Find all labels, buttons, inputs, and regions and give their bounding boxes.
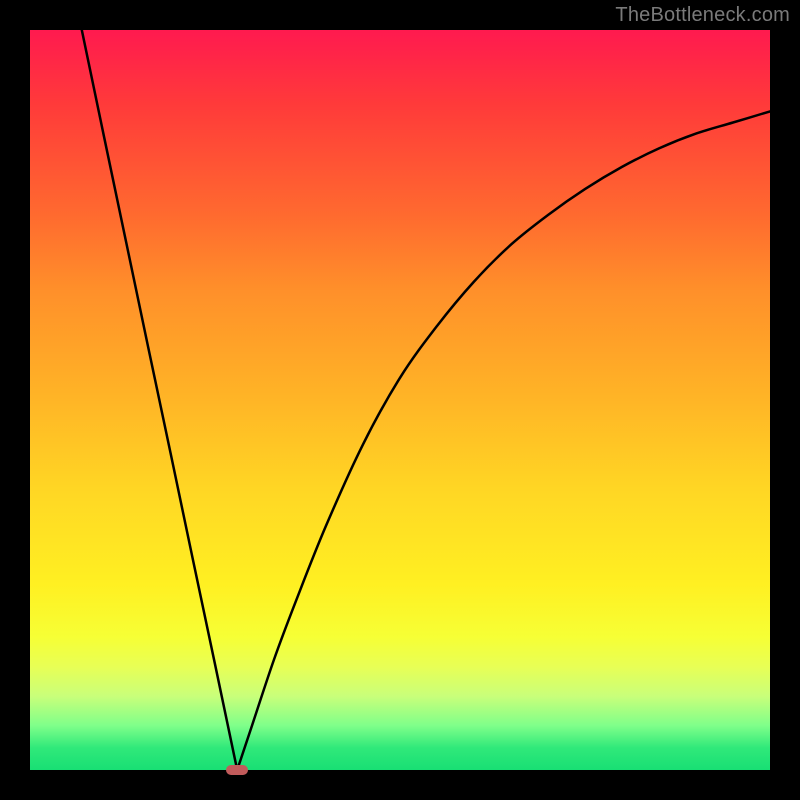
watermark-text: TheBottleneck.com <box>615 4 790 27</box>
left-branch-path <box>82 30 237 770</box>
curve-svg <box>30 30 770 770</box>
chart-frame: TheBottleneck.com <box>0 0 800 800</box>
minimum-marker <box>226 765 248 775</box>
plot-area <box>30 30 770 770</box>
right-branch-path <box>237 111 770 770</box>
